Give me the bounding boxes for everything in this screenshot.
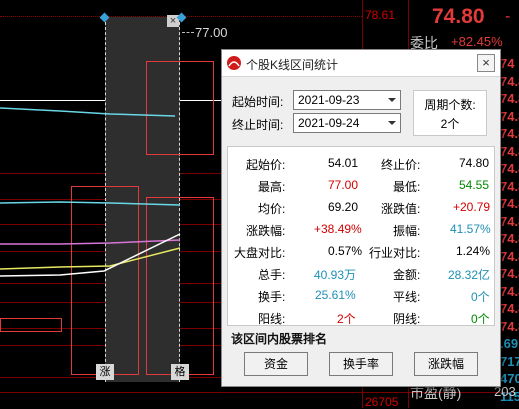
turnover-rank-button[interactable]: 换手率 (329, 352, 393, 376)
app-logo-icon (227, 56, 241, 70)
price-column-value: 74 (500, 56, 515, 71)
interval-stats-dialog[interactable]: 个股K线区间统计 × 起始时间: 2021-09-23 终止时间: 2021-0… (221, 49, 501, 387)
industry-compare-label: 行业对比: (369, 246, 421, 260)
start-time-label: 起始时间: (232, 95, 284, 109)
weibi-value: +82.45% (451, 34, 503, 49)
change-pct-value: +38.49% (314, 222, 362, 236)
avg-value: 69.20 (328, 200, 359, 214)
price-column-value: 74.8 (500, 73, 519, 89)
price-column-value: 74.8 (500, 108, 519, 124)
change-rank-button[interactable]: 涨跌幅 (414, 352, 478, 376)
period-count-label: 周期个数: (424, 98, 476, 112)
close-icon[interactable]: × (477, 54, 495, 72)
price-column-value: 74.8 (500, 91, 519, 106)
high-label: 最高: (258, 180, 286, 194)
price-column-value: 74.8 (500, 178, 519, 194)
price-column-value: 74.8 (500, 266, 519, 281)
end-time-value: 2021-09-24 (298, 116, 360, 130)
change-pct-label: 涨跌幅: (246, 224, 286, 238)
price-column-value: 74.8 (500, 196, 519, 211)
range-start-marker[interactable]: 涨 (96, 364, 114, 380)
last-price: 74.80 (432, 5, 485, 28)
high-value: 77.00 (328, 178, 359, 192)
price-column-value: 717 (500, 353, 519, 369)
price-column-value: .69 (500, 336, 519, 351)
price-column-value: 74.8 (500, 143, 519, 159)
volume-label: 总手: (258, 268, 286, 282)
price-column-value: 74.8 (500, 301, 519, 316)
price-column-value: 74.8 (500, 213, 519, 229)
range-end-marker[interactable]: 格 (171, 364, 189, 380)
period-count-box: 周期个数: 2个 (413, 90, 487, 136)
start-time-value: 2021-09-23 (298, 93, 360, 107)
yin-value: 0个 (471, 312, 490, 326)
flat-label: 平线: (393, 290, 421, 304)
low-value: 54.55 (459, 178, 490, 192)
end-price-value: 74.80 (459, 156, 490, 170)
price-column-value: 74.8 (500, 283, 519, 299)
change-value: +20.79 (453, 200, 491, 214)
capital-rank-button[interactable]: 资金 (244, 352, 308, 376)
market-compare-label: 大盘对比: (234, 246, 286, 260)
chart-axis-value: 78.61 (365, 8, 396, 22)
price-column-value: 74.8 (500, 248, 519, 264)
period-count-value: 2个 (440, 117, 460, 131)
stats-panel: 起始价: 54.01 终止价: 74.80 最高: 77.00 最低: 54.5… (227, 146, 495, 326)
end-time-select[interactable]: 2021-09-24 (293, 113, 401, 133)
yang-value: 2个 (337, 312, 356, 326)
start-time-select[interactable]: 2021-09-23 (293, 90, 401, 110)
chevron-down-icon[interactable] (384, 91, 400, 109)
chevron-down-icon[interactable] (384, 114, 400, 132)
end-time-label: 终止时间: (232, 118, 284, 132)
dialog-titlebar[interactable]: 个股K线区间统计 × (222, 50, 500, 77)
amplitude-label: 振幅: (393, 224, 421, 238)
start-price-label: 起始价: (246, 158, 286, 172)
price-column-value: 74.8 (500, 126, 519, 141)
volume-value: 40.93万 (314, 268, 357, 282)
yang-label: 阳线: (258, 312, 286, 326)
market-compare-value: 0.57% (328, 244, 363, 258)
price-column-value: 74.8 (500, 161, 519, 176)
turnover-label: 换手: (258, 290, 286, 304)
dialog-title: 个股K线区间统计 (246, 58, 339, 72)
amount-label: 金额: (393, 268, 421, 282)
price-column-value: 74.8 (500, 231, 519, 246)
flat-value: 0个 (471, 290, 490, 304)
amplitude-value: 41.57% (450, 222, 491, 236)
end-price-label: 终止价: (381, 158, 421, 172)
avg-label: 均价: (258, 202, 286, 216)
price-column-value: 74.8 (500, 318, 519, 334)
ranking-section-label: 该区间内股票排名 (231, 332, 328, 346)
yin-label: 阴线: (393, 312, 421, 326)
change-label: 涨跌值: (381, 202, 421, 216)
turnover-value: 25.61% (315, 288, 356, 302)
start-price-value: 54.01 (328, 156, 359, 170)
chart-axis-value: 26705 (365, 395, 399, 409)
amount-value: 28.32亿 (448, 268, 491, 282)
last-price-suffix: - (505, 8, 511, 25)
industry-compare-value: 1.24% (456, 244, 491, 258)
low-label: 最低: (393, 180, 421, 194)
